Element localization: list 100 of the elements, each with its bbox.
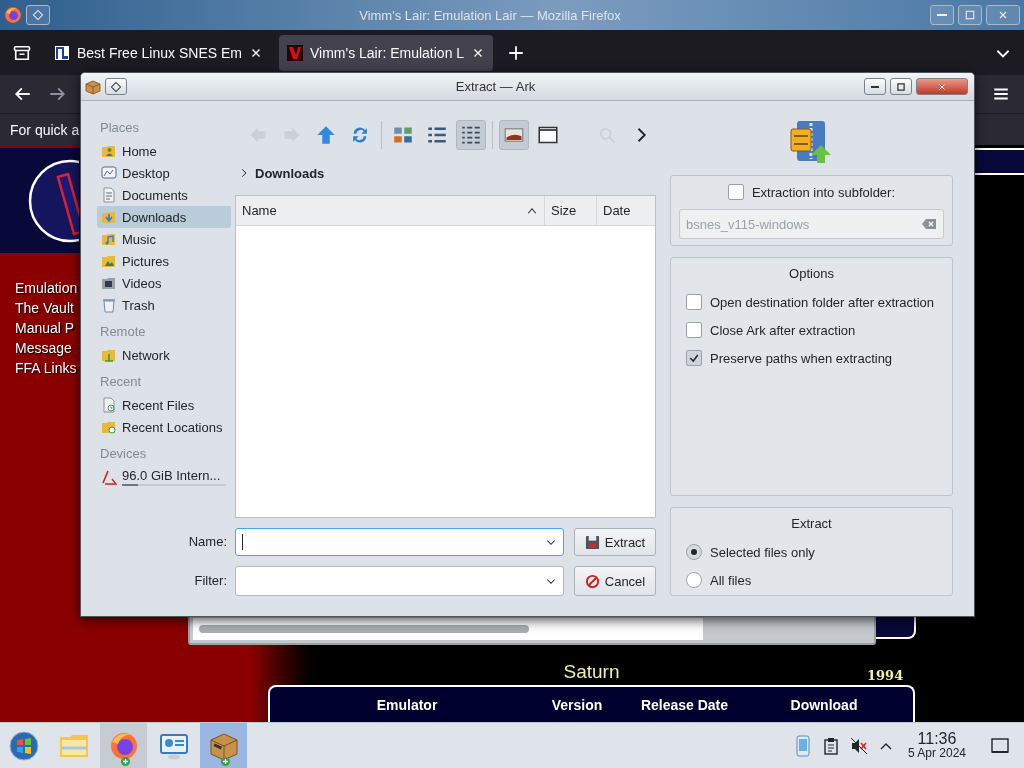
column-header: Emulator <box>376 696 438 713</box>
maximize-button[interactable] <box>890 78 912 95</box>
sidebar-heading: Recent <box>99 373 143 391</box>
column-header: Version <box>551 696 603 713</box>
maximize-icon <box>896 81 906 92</box>
close-icon <box>997 9 1009 21</box>
close-icon <box>937 81 947 92</box>
minimize-icon <box>937 14 947 16</box>
checkbox[interactable] <box>686 322 702 338</box>
cancel-button[interactable]: Cancel <box>574 566 656 596</box>
up-arrow-icon <box>316 125 336 145</box>
pin-button[interactable] <box>26 5 50 25</box>
maximize-icon <box>964 9 976 21</box>
sidebar-item[interactable]: Network <box>97 344 231 366</box>
section-title: Saturn <box>562 661 621 684</box>
sidebar-item[interactable]: Recent Files <box>97 394 231 416</box>
checkbox[interactable] <box>686 294 702 310</box>
sidebar-item[interactable]: 96.0 GiB Intern... <box>97 466 231 488</box>
document-icon <box>101 187 117 203</box>
name-field[interactable] <box>235 528 564 556</box>
sidebar-item[interactable]: Trash <box>97 294 231 316</box>
field-label: Filter: <box>193 572 228 590</box>
icon-view-icon <box>393 125 413 145</box>
chevron-right-icon[interactable] <box>239 168 249 178</box>
browser-tab[interactable]: Vimm's Lair: Emulation L <box>278 34 494 71</box>
clipboard-icon[interactable] <box>821 736 840 755</box>
sidebar-item[interactable]: Recent Locations <box>97 416 231 438</box>
network-folder-icon <box>101 347 117 363</box>
column-header[interactable]: Size <box>545 196 597 225</box>
column-header: Release Date <box>640 696 729 713</box>
minimize-button[interactable] <box>864 78 886 95</box>
no-entry-icon <box>584 573 600 589</box>
check-icon <box>688 352 700 364</box>
filter-field[interactable] <box>235 566 564 596</box>
minimize-icon <box>871 85 879 88</box>
detail-view-button[interactable] <box>456 120 486 150</box>
scrollbar-thumb[interactable] <box>199 625 529 633</box>
package-icon <box>85 78 101 95</box>
extract-button[interactable]: Extract <box>574 528 656 556</box>
muted-speaker-icon[interactable] <box>849 736 868 755</box>
recent-folder-icon <box>101 419 117 435</box>
clock[interactable]: 11:36 5 Apr 2024 <box>907 730 966 761</box>
new-tab-icon[interactable] <box>507 43 526 62</box>
running-badge-icon <box>121 757 130 766</box>
list-view-icon <box>427 125 447 145</box>
window-title: Vimm's Lair: Emulation Lair — Mozilla Firefox <box>358 7 622 23</box>
field-label: Name: <box>187 533 228 551</box>
desktop-icon <box>101 165 117 181</box>
detail-view-icon <box>461 125 481 145</box>
diamond-icon <box>32 9 44 21</box>
sidebar-item[interactable]: Pictures <box>97 250 231 272</box>
nav-link[interactable]: The Vault <box>15 298 74 318</box>
sidebar-heading: Places <box>99 119 141 137</box>
sidebar-item[interactable]: Home <box>97 140 231 162</box>
group-title: Extract <box>790 515 833 533</box>
sidebar-item[interactable]: Documents <box>97 184 231 206</box>
checkbox-label[interactable]: Close Ark after extraction <box>710 322 856 338</box>
forward-icon[interactable] <box>48 85 66 103</box>
taskbar-app[interactable] <box>100 723 147 768</box>
year-label: 1994 <box>867 668 905 685</box>
window-title: Extract — Ark <box>454 79 537 94</box>
checkbox-label[interactable]: Preserve paths when extracting <box>710 350 893 366</box>
browser-tab[interactable]: Best Free Linux SNES Em <box>46 34 271 71</box>
nav-link[interactable]: Emulation <box>15 278 78 298</box>
sidebar-item[interactable]: Videos <box>97 272 231 294</box>
music-folder-icon <box>101 231 117 247</box>
column-header[interactable]: Name <box>236 196 545 225</box>
sidebar-item[interactable]: Desktop <box>97 162 231 184</box>
breadcrumb-item[interactable]: Downloads <box>255 165 325 181</box>
nav-link[interactable]: FFA Links <box>15 358 77 378</box>
firefox-icon <box>4 6 22 24</box>
nav-link[interactable]: Message <box>15 338 72 358</box>
taskbar-app[interactable] <box>200 723 247 768</box>
column-header[interactable]: Date <box>597 196 655 225</box>
preview-image-button[interactable] <box>499 120 529 150</box>
running-badge-icon <box>221 757 230 766</box>
maximize-button[interactable] <box>958 5 982 25</box>
picture-folder-icon <box>101 253 117 269</box>
close-button[interactable] <box>916 78 968 95</box>
trash-icon <box>101 297 117 313</box>
recent-files-icon <box>101 397 117 413</box>
favicon-icon <box>286 44 303 61</box>
sidebar-item[interactable]: Downloads <box>97 206 231 228</box>
preview-image-icon <box>504 125 524 145</box>
checkbox-label[interactable]: Open destination folder after extraction <box>710 294 935 310</box>
radio-label[interactable]: Selected files only <box>710 544 815 560</box>
radio-button[interactable] <box>686 544 702 560</box>
sidebar-heading: Devices <box>99 445 148 463</box>
radio-label[interactable]: All files <box>710 572 752 588</box>
home-folder-icon <box>101 143 117 159</box>
pin-button[interactable] <box>105 78 127 95</box>
text-cursor <box>242 534 243 550</box>
reload-icon <box>350 125 370 145</box>
back-icon[interactable] <box>14 85 32 103</box>
sidebar-heading: Remote <box>99 323 147 341</box>
checkbox[interactable] <box>686 350 702 366</box>
sidebar-item[interactable]: Music <box>97 228 231 250</box>
radio-button[interactable] <box>686 572 702 588</box>
nav-link[interactable]: Manual P <box>15 318 75 338</box>
show-desktop-icon[interactable] <box>990 735 1010 756</box>
